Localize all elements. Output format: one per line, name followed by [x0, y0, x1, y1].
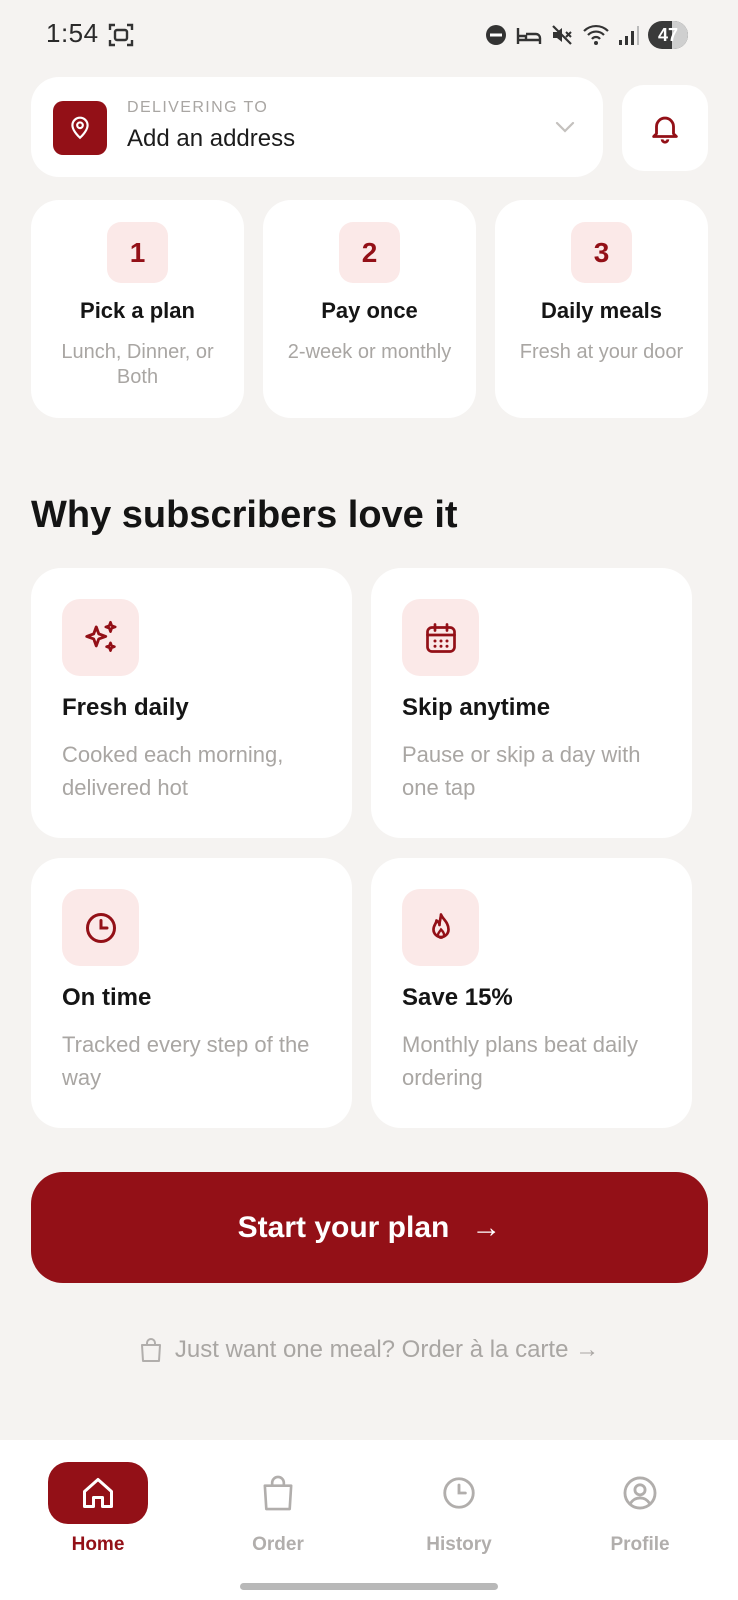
- step-card-1: 1 Pick a plan Lunch, Dinner, or Both: [31, 200, 244, 418]
- step-desc: Lunch, Dinner, or Both: [61, 341, 214, 388]
- location-pin-icon: [53, 101, 107, 155]
- start-plan-button[interactable]: Start your plan →: [31, 1172, 708, 1283]
- battery-level: 47: [657, 24, 679, 45]
- start-plan-label: Start your plan: [237, 1210, 450, 1244]
- step-number: 1: [107, 222, 168, 283]
- bottom-nav: Home Order History Profile: [0, 1440, 738, 1600]
- bell-icon: [652, 116, 678, 144]
- status-bar: 1:54 47: [0, 0, 738, 70]
- step-title: Pick a plan: [80, 298, 195, 323]
- alacarte-label: Just want one meal? Order à la carte →: [174, 1336, 600, 1363]
- bag-icon: [228, 1462, 328, 1524]
- nav-label: Order: [252, 1534, 304, 1555]
- feature-card-save: Save 15% Monthly plans beat daily orderi…: [371, 858, 692, 1128]
- flame-icon: [402, 889, 479, 966]
- home-icon: [48, 1462, 148, 1524]
- feature-title: On time: [62, 984, 152, 1011]
- notifications-button[interactable]: [622, 85, 708, 171]
- signal-icon: [619, 26, 639, 45]
- feature-card-fresh: Fresh daily Cooked each morning, deliver…: [31, 568, 352, 838]
- alacarte-link[interactable]: Just want one meal? Order à la carte →: [0, 1336, 738, 1364]
- step-number: 3: [571, 222, 632, 283]
- mute-icon: [552, 25, 572, 45]
- feature-card-skip: Skip anytime Pause or skip a day with on…: [371, 568, 692, 838]
- nav-order[interactable]: Order: [218, 1462, 338, 1556]
- feature-desc: Monthly plans beat daily ordering: [402, 1032, 639, 1090]
- nav-home[interactable]: Home: [38, 1462, 158, 1556]
- step-card-3: 3 Daily meals Fresh at your door: [495, 200, 708, 418]
- sparkles-icon: [62, 599, 139, 676]
- feature-desc: Tracked every step of the way: [62, 1032, 310, 1090]
- feature-title: Skip anytime: [402, 694, 551, 721]
- wifi-icon: [583, 24, 609, 45]
- step-number: 2: [339, 222, 400, 283]
- step-title: Pay once: [321, 298, 418, 323]
- step-card-2: 2 Pay once 2-week or monthly: [263, 200, 476, 418]
- feature-desc: Pause or skip a day with one tap: [402, 742, 641, 800]
- calendar-icon: [402, 599, 479, 676]
- home-screen: 1:54 47 DELIVERING TO Add an address 1 P…: [0, 0, 738, 1600]
- status-time: 1:54: [46, 18, 99, 48]
- nav-label: Profile: [610, 1534, 670, 1555]
- home-indicator[interactable]: [240, 1583, 498, 1590]
- battery-icon: 47: [648, 21, 688, 49]
- clock-icon: [409, 1462, 509, 1524]
- nav-profile[interactable]: Profile: [580, 1462, 700, 1556]
- feature-card-ontime: On time Tracked every step of the way: [31, 858, 352, 1128]
- arrow-right-icon: →: [471, 1210, 502, 1244]
- nav-label: History: [426, 1534, 492, 1555]
- step-desc: 2-week or monthly: [287, 341, 452, 363]
- chevron-down-icon: [555, 121, 575, 133]
- dnd-icon: [486, 25, 506, 45]
- address-text: Add an address: [127, 125, 296, 152]
- delivering-label: DELIVERING TO: [127, 99, 269, 116]
- shopping-bag-icon: [140, 1338, 161, 1362]
- address-selector[interactable]: DELIVERING TO Add an address: [31, 77, 603, 177]
- step-title: Daily meals: [540, 298, 663, 323]
- feature-title: Fresh daily: [62, 694, 189, 721]
- sleep-icon: [516, 28, 542, 44]
- screenshot-icon: [108, 23, 134, 47]
- status-icons: 47: [484, 18, 688, 52]
- profile-icon: [590, 1462, 690, 1524]
- clock-icon: [62, 889, 139, 966]
- nav-label: Home: [71, 1534, 125, 1555]
- nav-history[interactable]: History: [399, 1462, 519, 1556]
- section-title: Why subscribers love it: [31, 494, 458, 536]
- step-desc: Fresh at your door: [519, 341, 684, 363]
- feature-desc: Cooked each morning, delivered hot: [62, 742, 284, 800]
- feature-title: Save 15%: [402, 984, 513, 1011]
